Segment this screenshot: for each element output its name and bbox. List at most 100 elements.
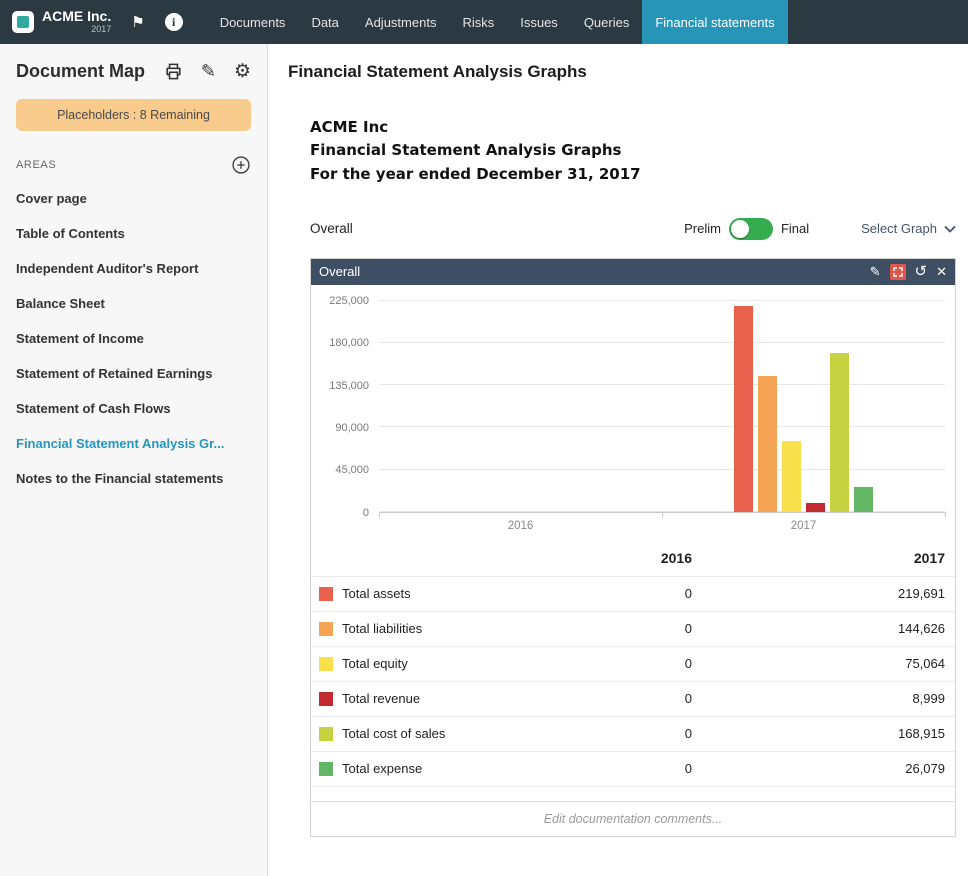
expand-icon[interactable] [890,264,906,280]
document-map-sidebar: Document Map ✎ ⚙ Placeholders : 8 Remain… [0,44,268,876]
summary-table: 2016 2017 Total assets 0 219,691 Total l… [311,546,955,787]
y-tick-label: 90,000 [335,422,369,434]
table-row[interactable]: Total cost of sales 0 168,915 [311,716,955,751]
sidebar-item-statement-of-cash-flows[interactable]: Statement of Cash Flows [0,391,267,426]
comments-placeholder[interactable]: Edit documentation comments... [311,801,955,836]
company-logo-icon [12,11,34,33]
doc-company-line: ACME Inc [310,116,956,139]
legend-swatch [319,692,333,706]
table-row[interactable]: Total liabilities 0 144,626 [311,611,955,646]
panel-title: Overall [319,264,360,279]
x-axis-label: 2016 [379,520,662,532]
section-label: Overall [310,221,684,236]
top-navbar: ACME Inc. 2017 ⚑ i Documents Data Adjust… [0,0,968,44]
nav-item-data[interactable]: Data [298,0,351,44]
nav-item-issues[interactable]: Issues [507,0,571,44]
edit-graph-icon[interactable]: ✎ [870,265,881,278]
info-icon-glyph: i [165,13,183,31]
nav-item-adjustments[interactable]: Adjustments [352,0,450,44]
x-axis-tick [945,512,946,517]
row-label: Total revenue [342,691,420,706]
table-row[interactable]: Total equity 0 75,064 [311,646,955,681]
undo-icon[interactable]: ↺ [915,264,928,279]
add-area-icon[interactable] [231,155,251,175]
areas-label: AREAS [16,159,231,171]
row-label: Total liabilities [342,621,422,636]
table-row[interactable]: Total expense 0 26,079 [311,751,955,786]
sidebar-item-statement-of-income[interactable]: Statement of Income [0,321,267,356]
nav-item-queries[interactable]: Queries [571,0,643,44]
prelim-label: Prelim [684,221,721,236]
row-label: Total expense [342,761,422,776]
overall-graph-panel: Overall ✎ ↺ ✕ 0 45,000 90,000 135,000 180,00… [310,258,956,837]
bar-group-2016 [379,301,662,512]
company-name: ACME Inc. [42,9,111,24]
cell-2017: 219,691 [692,586,947,601]
bar-total-revenue-2017 [806,503,825,511]
brand[interactable]: ACME Inc. 2017 [0,0,121,44]
cell-2016: 0 [602,656,692,671]
row-label: Total equity [342,656,408,671]
sidebar-item-cover-page[interactable]: Cover page [0,181,267,216]
final-label: Final [781,221,809,236]
doc-title-line: Financial Statement Analysis Graphs [310,139,956,162]
sidebar-item-balance-sheet[interactable]: Balance Sheet [0,286,267,321]
legend-swatch [319,762,333,776]
legend-swatch [319,657,333,671]
sidebar-item-statement-of-retained-earnings[interactable]: Statement of Retained Earnings [0,356,267,391]
cell-2017: 26,079 [692,761,947,776]
close-icon[interactable]: ✕ [936,265,947,278]
y-axis: 045,00090,000135,000180,000225,000 [317,301,379,513]
x-axis-tick [662,512,663,517]
table-row[interactable]: Total assets 0 219,691 [311,576,955,611]
y-tick-label: 135,000 [329,380,369,392]
cell-2016: 0 [602,691,692,706]
flag-icon[interactable]: ⚑ [121,0,154,44]
cell-2017: 168,915 [692,726,947,741]
bar-total-liabilities-2017 [758,376,777,512]
legend-swatch [319,727,333,741]
y-tick-label: 225,000 [329,295,369,307]
print-icon[interactable] [164,62,183,81]
cell-2016: 0 [602,761,692,776]
toggle-knob [731,220,749,238]
y-tick-label: 180,000 [329,337,369,349]
column-header-2017: 2017 [692,550,947,566]
select-graph-dropdown[interactable]: Select Graph [861,221,956,236]
cell-2016: 0 [602,726,692,741]
row-label: Total assets [342,586,411,601]
sidebar-item-financial-statement-analysis[interactable]: Financial Statement Analysis Gr... [0,426,267,461]
placeholders-badge[interactable]: Placeholders : 8 Remaining [16,99,251,131]
doc-period-line: For the year ended December 31, 2017 [310,163,956,186]
nav-item-documents[interactable]: Documents [207,0,299,44]
y-tick-label: 45,000 [335,464,369,476]
x-axis-label: 2017 [662,520,945,532]
bar-chart: 045,00090,000135,000180,000225,000 [311,285,955,513]
document-map-list: Cover page Table of Contents Independent… [0,181,267,496]
info-icon[interactable]: i [155,0,193,44]
main-content: Financial Statement Analysis Graphs ACME… [268,44,968,876]
chevron-down-icon [944,225,956,233]
column-header-2016: 2016 [602,550,692,566]
bar-total-cost-of-sales-2017 [830,353,849,511]
nav-item-risks[interactable]: Risks [449,0,507,44]
x-axis-labels: 20162017 [379,520,945,532]
bar-total-expense-2017 [854,487,873,511]
page-title: Financial Statement Analysis Graphs [288,62,956,82]
select-graph-label: Select Graph [861,221,937,236]
bar-total-assets-2017 [734,306,753,512]
sidebar-item-independent-auditors-report[interactable]: Independent Auditor's Report [0,251,267,286]
sidebar-item-table-of-contents[interactable]: Table of Contents [0,216,267,251]
gear-icon[interactable]: ⚙ [234,60,251,83]
cell-2017: 75,064 [692,656,947,671]
nav-item-financial-statements[interactable]: Financial statements [642,0,787,44]
chart-plot [379,301,945,513]
prelim-final-toggle[interactable] [729,218,773,240]
edit-pen-icon[interactable]: ✎ [201,61,216,82]
cell-2017: 8,999 [692,691,947,706]
engagement-year: 2017 [91,25,111,35]
row-label: Total cost of sales [342,726,445,741]
sidebar-item-notes-to-financial-statements[interactable]: Notes to the Financial statements [0,461,267,496]
legend-swatch [319,587,333,601]
table-row[interactable]: Total revenue 0 8,999 [311,681,955,716]
